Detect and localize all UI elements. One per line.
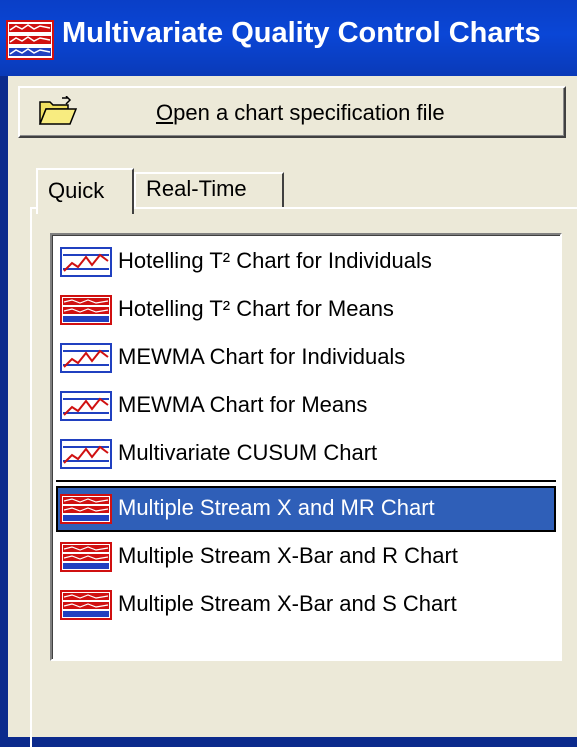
folder-open-icon (38, 96, 78, 125)
list-item[interactable]: Multiple Stream X-Bar and S Chart (56, 582, 556, 628)
listbox-inner: Hotelling T² Chart for Individuals Hotel… (52, 235, 560, 659)
line-chart-icon (60, 391, 112, 421)
chart-type-listbox[interactable]: Hotelling T² Chart for Individuals Hotel… (50, 233, 562, 661)
title-bar[interactable]: Multivariate Quality Control Charts (0, 0, 577, 76)
list-item-label: Multiple Stream X and MR Chart (118, 495, 435, 520)
client-area: Open a chart specification file Quick Re… (8, 76, 577, 747)
tab-quick[interactable]: Quick (36, 168, 134, 214)
list-item-label: Multiple Stream X-Bar and S Chart (118, 591, 457, 616)
line-chart-icon (60, 343, 112, 373)
stacked-chart-icon (60, 494, 112, 524)
list-item-label: MEWMA Chart for Individuals (118, 344, 406, 369)
list-item-label: Hotelling T² Chart for Means (118, 296, 394, 321)
list-item-label: Multiple Stream X-Bar and R Chart (118, 543, 458, 568)
list-item-label: Multivariate CUSUM Chart (118, 440, 378, 465)
tab-real-time[interactable]: Real-Time (134, 172, 284, 208)
stacked-chart-icon (60, 542, 112, 572)
open-chart-spec-button[interactable]: Open a chart specification file (18, 86, 566, 138)
list-item[interactable]: Hotelling T² Chart for Means (56, 287, 556, 333)
window-title: Multivariate Quality Control Charts (62, 17, 541, 49)
list-item[interactable]: Hotelling T² Chart for Individuals (56, 239, 556, 285)
app-chart-icon (6, 20, 54, 60)
open-button-label: Open a chart specification file (156, 100, 445, 126)
list-item-selected[interactable]: Multiple Stream X and MR Chart (56, 486, 556, 532)
list-item[interactable]: MEWMA Chart for Individuals (56, 335, 556, 381)
line-chart-icon (60, 247, 112, 277)
list-item-label: Hotelling T² Chart for Individuals (118, 248, 432, 273)
tab-real-time-label: Real-Time (146, 176, 247, 201)
open-label-rest: pen a chart specification file (173, 100, 445, 125)
list-item-label: MEWMA Chart for Means (118, 392, 368, 417)
stacked-chart-icon (60, 295, 112, 325)
app-window: Multivariate Quality Control Charts Open… (0, 0, 577, 747)
stacked-chart-icon (60, 590, 112, 620)
open-mnemonic: O (156, 100, 174, 125)
tab-quick-label: Quick (48, 178, 105, 203)
list-item[interactable]: Multiple Stream X-Bar and R Chart (56, 534, 556, 580)
list-separator (56, 480, 556, 482)
list-item[interactable]: MEWMA Chart for Means (56, 383, 556, 429)
tab-panel-quick: Hotelling T² Chart for Individuals Hotel… (30, 207, 577, 747)
list-item[interactable]: Multivariate CUSUM Chart (56, 431, 556, 477)
line-chart-icon (60, 439, 112, 469)
